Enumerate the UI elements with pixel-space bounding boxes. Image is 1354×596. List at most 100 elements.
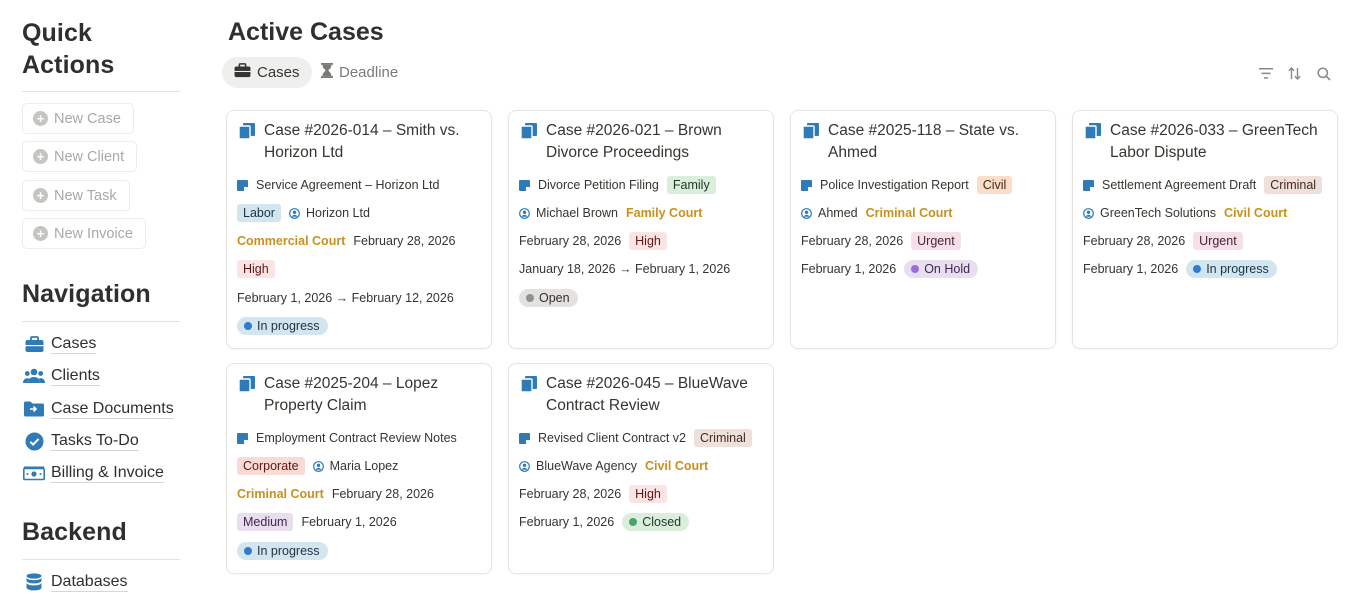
status-label: Closed [642, 515, 682, 529]
new-client-button[interactable]: + New Client [22, 141, 138, 172]
deadline-date: February 28, 2026 [353, 234, 456, 248]
note-icon [237, 179, 248, 191]
status-badge: In progress [237, 317, 328, 335]
client-name[interactable]: Michael Brown [536, 206, 618, 220]
nav-item-label: Billing & Invoice [51, 464, 164, 483]
nav-item-label: Cases [51, 335, 97, 354]
note-icon [1083, 179, 1094, 191]
case-title: Case #2026-021 – Brown Divorce Proceedin… [546, 122, 722, 161]
new-case-label: New Case [54, 110, 121, 127]
briefcase-icon [234, 63, 251, 82]
briefcase-icon [23, 333, 45, 355]
date-range: February 1, 2026 [519, 515, 615, 529]
priority-tag: High [629, 485, 667, 503]
plus-icon: + [33, 188, 48, 203]
document-link[interactable]: Police Investigation Report [820, 178, 969, 192]
database-icon [23, 571, 45, 593]
status-dot [526, 294, 534, 302]
client-name[interactable]: GreenTech Solutions [1100, 206, 1216, 220]
document-stack-icon [239, 376, 255, 392]
case-title: Case #2026-014 – Smith vs. Horizon Ltd [264, 122, 460, 161]
tab-deadline[interactable]: Deadline [309, 57, 410, 88]
case-card[interactable]: Case #2025-204 – Lopez Property Claim Em… [226, 363, 492, 574]
user-icon [1083, 207, 1094, 219]
type-tag: Criminal [1264, 176, 1323, 194]
status-label: In progress [257, 319, 320, 333]
nav-item-clients[interactable]: Clients [23, 364, 100, 388]
deadline-date: February 28, 2026 [1083, 234, 1186, 248]
client-name[interactable]: Horizon Ltd [306, 206, 370, 220]
deadline-date: February 28, 2026 [519, 234, 622, 248]
document-stack-icon [803, 123, 819, 139]
document-stack-icon [521, 376, 537, 392]
document-link[interactable]: Revised Client Contract v2 [538, 431, 686, 445]
priority-tag: High [629, 232, 667, 250]
nav-item-billing[interactable]: Billing & Invoice [23, 461, 164, 485]
user-icon [312, 460, 324, 472]
user-icon [801, 207, 812, 219]
nav-item-databases[interactable]: Databases [23, 570, 128, 594]
nav-item-case-documents[interactable]: Case Documents [23, 397, 174, 421]
new-case-button[interactable]: + New Case [22, 103, 134, 134]
type-tag: Family [666, 176, 716, 194]
plus-icon: + [33, 111, 48, 126]
type-tag: Labor [237, 204, 281, 222]
tab-cases[interactable]: Cases [222, 57, 312, 88]
divider [22, 321, 180, 322]
priority-tag: Urgent [1193, 232, 1243, 250]
new-task-button[interactable]: + New Task [22, 180, 130, 211]
toolbar [1257, 65, 1332, 82]
nav-item-label: Databases [51, 573, 128, 592]
court-label: Civil Court [1224, 206, 1288, 220]
court-label: Commercial Court [237, 234, 346, 248]
client-name[interactable]: Maria Lopez [330, 459, 399, 473]
document-link[interactable]: Employment Contract Review Notes [256, 431, 457, 445]
note-icon [237, 432, 248, 444]
nav-item-label: Case Documents [51, 400, 174, 419]
user-icon [519, 460, 530, 472]
status-badge: In progress [1186, 260, 1277, 278]
status-dot [244, 322, 252, 330]
divider [22, 559, 180, 560]
priority-tag: Medium [237, 513, 294, 531]
client-name[interactable]: BlueWave Agency [536, 459, 637, 473]
money-icon [23, 462, 45, 484]
status-badge: On Hold [904, 260, 979, 278]
status-label: On Hold [924, 262, 971, 276]
plus-icon: + [33, 149, 48, 164]
status-dot [244, 547, 252, 555]
nav-item-tasks[interactable]: Tasks To-Do [23, 429, 139, 453]
status-dot [911, 265, 920, 273]
sort-icon[interactable] [1286, 65, 1303, 82]
document-stack-icon [1085, 123, 1101, 139]
status-dot [629, 518, 638, 526]
new-invoice-button[interactable]: + New Invoice [22, 218, 146, 249]
case-title: Case #2025-118 – State vs. Ahmed [828, 122, 1020, 161]
type-tag: Corporate [237, 457, 305, 475]
priority-tag: High [237, 260, 275, 278]
type-tag: Criminal [693, 429, 752, 447]
tab-label: Deadline [339, 64, 399, 81]
priority-tag: Urgent [911, 232, 961, 250]
folder-icon [23, 398, 45, 420]
document-link[interactable]: Service Agreement – Horizon Ltd [256, 178, 439, 192]
case-card[interactable]: Case #2025-118 – State vs. Ahmed Police … [790, 110, 1056, 349]
document-stack-icon [239, 123, 255, 139]
filter-icon[interactable] [1257, 65, 1274, 82]
document-link[interactable]: Divorce Petition Filing [538, 178, 659, 192]
deadline-date: February 28, 2026 [519, 487, 622, 501]
document-link[interactable]: Settlement Agreement Draft [1102, 178, 1256, 192]
case-title: Case #2026-033 – GreenTech Labor Dispute [1110, 122, 1318, 161]
nav-item-cases[interactable]: Cases [23, 332, 97, 356]
users-icon [23, 365, 45, 387]
new-invoice-label: New Invoice [54, 225, 133, 242]
case-card[interactable]: Case #2026-021 – Brown Divorce Proceedin… [508, 110, 774, 349]
case-card[interactable]: Case #2026-014 – Smith vs. Horizon Ltd S… [226, 110, 492, 349]
date-range: February 1, 2026 [301, 515, 397, 529]
case-card[interactable]: Case #2026-045 – BlueWave Contract Revie… [508, 363, 774, 574]
case-title: Case #2025-204 – Lopez Property Claim [264, 375, 439, 414]
date-range: February 1, 2026 [801, 262, 897, 276]
client-name[interactable]: Ahmed [818, 206, 858, 220]
search-icon[interactable] [1315, 65, 1332, 82]
case-card[interactable]: Case #2026-033 – GreenTech Labor Dispute… [1072, 110, 1338, 349]
